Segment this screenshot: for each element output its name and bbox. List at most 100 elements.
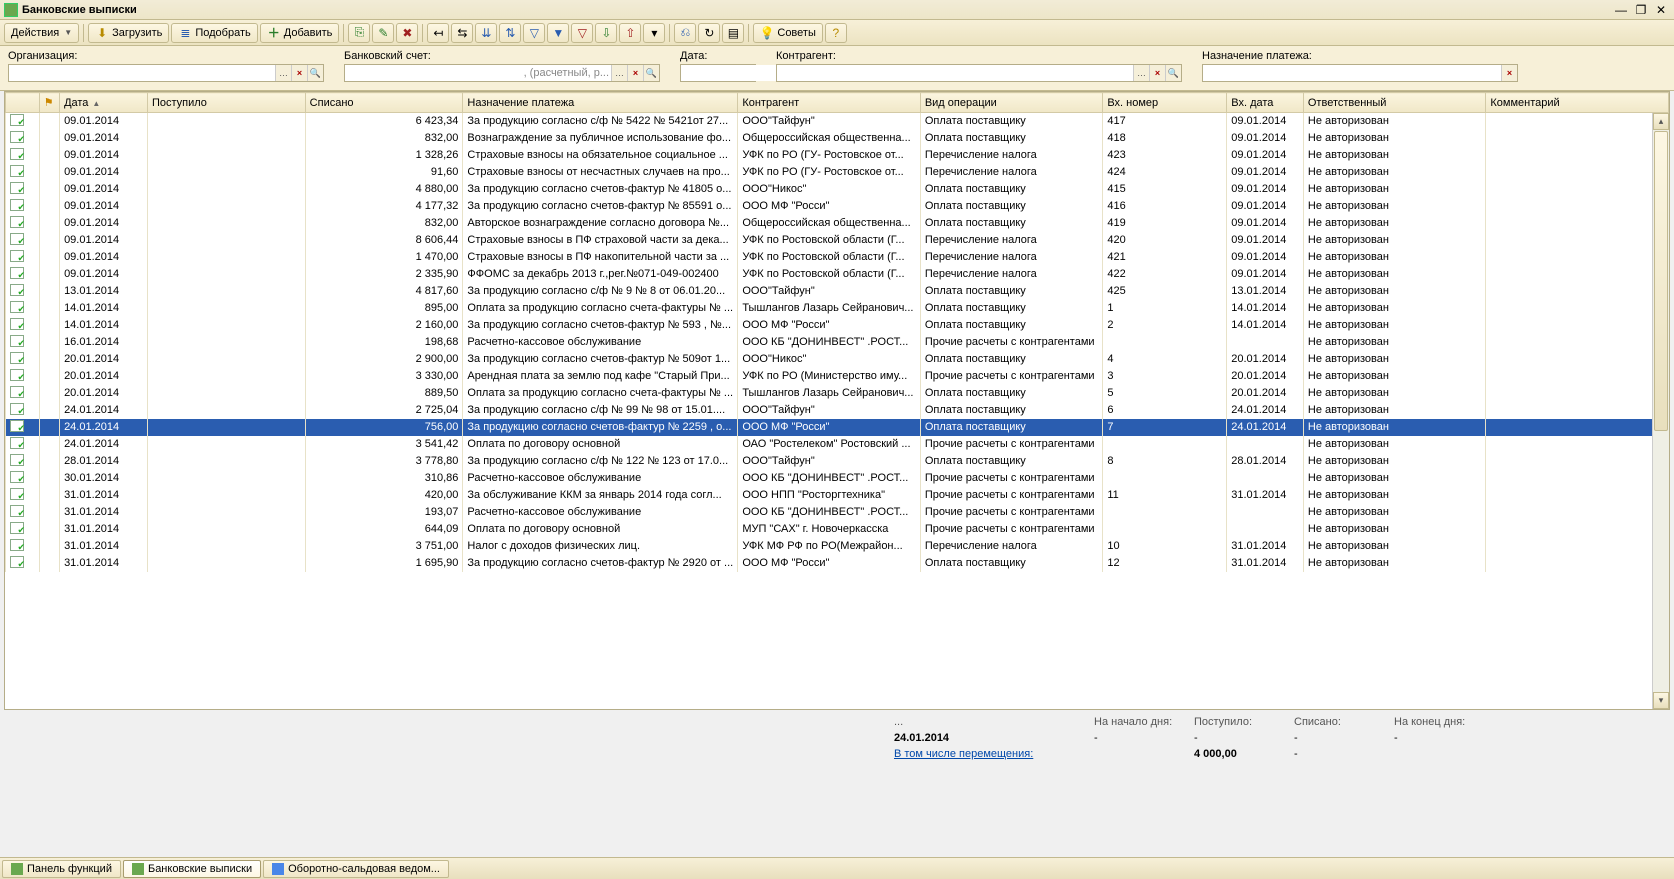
vertical-scrollbar[interactable]: ▴ ▾ — [1652, 113, 1669, 709]
col-marker[interactable]: ⚑ — [39, 93, 59, 113]
summary-transfers-link[interactable]: В том числе перемещения: — [894, 748, 1094, 760]
dropdown-button[interactable]: ▾ — [643, 23, 665, 43]
cell-marker — [39, 215, 59, 232]
table-row[interactable]: 09.01.201491,60Страховые взносы от несча… — [6, 164, 1669, 181]
task-osv[interactable]: Оборотно-сальдовая ведом... — [263, 860, 449, 878]
table-row[interactable]: 14.01.20142 160,00За продукцию согласно … — [6, 317, 1669, 334]
bank-open[interactable]: 🔍 — [643, 65, 659, 81]
contr-select[interactable]: … — [1133, 65, 1149, 81]
first-button[interactable]: ↤ — [427, 23, 449, 43]
posted-icon — [10, 148, 24, 160]
close-button[interactable]: ✕ — [1652, 3, 1670, 17]
copy-button[interactable]: ⎘ — [348, 23, 370, 43]
cell-out: 2 900,00 — [305, 351, 463, 368]
list-icon: ≣ — [178, 26, 192, 40]
summary-in-lbl: Поступило: — [1194, 716, 1294, 728]
purpose-clear[interactable]: × — [1501, 65, 1517, 81]
table-row[interactable]: 13.01.20144 817,60За продукцию согласно … — [6, 283, 1669, 300]
cell-icon — [6, 232, 40, 249]
filter-button[interactable]: ▽ — [523, 23, 545, 43]
load-button[interactable]: ⬇Загрузить — [88, 23, 169, 43]
restore-button[interactable]: ❐ — [1632, 3, 1650, 17]
bank-input[interactable] — [345, 65, 524, 81]
table-row[interactable]: 09.01.20144 177,32За продукцию согласно … — [6, 198, 1669, 215]
table-row[interactable]: 20.01.2014889,50Оплата за продукцию согл… — [6, 385, 1669, 402]
table-row[interactable]: 31.01.20143 751,00Налог с доходов физиче… — [6, 538, 1669, 555]
col-date[interactable]: Дата▲ — [60, 93, 148, 113]
post-button[interactable]: ⇩ — [595, 23, 617, 43]
tips-button[interactable]: 💡Советы — [753, 23, 822, 43]
purpose-field[interactable]: × — [1202, 64, 1518, 82]
table-row[interactable]: 09.01.20142 335,90ФФОМС за декабрь 2013 … — [6, 266, 1669, 283]
contr-clear[interactable]: × — [1149, 65, 1165, 81]
col-inum[interactable]: Вх. номер — [1103, 93, 1227, 113]
delete-button[interactable]: ✖ — [396, 23, 418, 43]
table-row[interactable]: 20.01.20142 900,00За продукцию согласно … — [6, 351, 1669, 368]
org-input[interactable] — [9, 65, 275, 81]
task-panel[interactable]: Панель функций — [2, 860, 121, 878]
purpose-input[interactable] — [1203, 65, 1501, 81]
col-resp[interactable]: Ответственный — [1303, 93, 1486, 113]
table-row[interactable]: 30.01.2014310,86Расчетно-кассовое обслуж… — [6, 470, 1669, 487]
org-open[interactable]: 🔍 — [307, 65, 323, 81]
sort-button[interactable]: ⇅ — [499, 23, 521, 43]
filter2-button[interactable]: ▼ — [547, 23, 569, 43]
table-row[interactable]: 20.01.20143 330,00Арендная плата за земл… — [6, 368, 1669, 385]
org-clear[interactable]: × — [291, 65, 307, 81]
edit-button[interactable]: ✎ — [372, 23, 394, 43]
unpost-button[interactable]: ⇧ — [619, 23, 641, 43]
col-in[interactable]: Поступило — [147, 93, 305, 113]
contr-field[interactable]: … × 🔍 — [776, 64, 1182, 82]
table-row[interactable]: 09.01.2014832,00Вознаграждение за публич… — [6, 130, 1669, 147]
table-row[interactable]: 24.01.2014756,00За продукцию согласно сч… — [6, 419, 1669, 436]
col-out[interactable]: Списано — [305, 93, 463, 113]
refresh-button[interactable]: ⇆ — [451, 23, 473, 43]
cell-comment — [1486, 538, 1669, 555]
contr-open[interactable]: 🔍 — [1165, 65, 1181, 81]
col-purpose[interactable]: Назначение платежа — [463, 93, 738, 113]
print-button[interactable]: ▤ — [722, 23, 744, 43]
scroll-down[interactable]: ▾ — [1653, 692, 1669, 709]
basedon-button[interactable]: ⎌ — [674, 23, 696, 43]
col-idate[interactable]: Вх. дата — [1227, 93, 1304, 113]
table-row[interactable]: 31.01.20141 695,90За продукцию согласно … — [6, 555, 1669, 572]
table-row[interactable]: 24.01.20143 541,42Оплата по договору осн… — [6, 436, 1669, 453]
pick-button[interactable]: ≣Подобрать — [171, 23, 257, 43]
table-row[interactable]: 09.01.20141 470,00Страховые взносы в ПФ … — [6, 249, 1669, 266]
table-row[interactable]: 31.01.2014644,09Оплата по договору основ… — [6, 521, 1669, 538]
scroll-thumb[interactable] — [1654, 131, 1668, 431]
org-field[interactable]: … × 🔍 — [8, 64, 324, 82]
task-bank[interactable]: Банковские выписки — [123, 860, 261, 878]
cell-inum — [1103, 470, 1227, 487]
col-op[interactable]: Вид операции — [920, 93, 1103, 113]
bank-select[interactable]: … — [611, 65, 627, 81]
table-row[interactable]: 31.01.2014193,07Расчетно-кассовое обслуж… — [6, 504, 1669, 521]
help-button[interactable]: ? — [825, 23, 847, 43]
table-row[interactable]: 31.01.2014420,00За обслуживание ККМ за я… — [6, 487, 1669, 504]
table-row[interactable]: 24.01.20142 725,04За продукцию согласно … — [6, 402, 1669, 419]
movedown-button[interactable]: ⇊ — [475, 23, 497, 43]
clearfilter-button[interactable]: ▽ — [571, 23, 593, 43]
table-row[interactable]: 09.01.2014832,00Авторское вознаграждение… — [6, 215, 1669, 232]
date-field[interactable]: ▦ — [680, 64, 756, 82]
table-row[interactable]: 28.01.20143 778,80За продукцию согласно … — [6, 453, 1669, 470]
scroll-up[interactable]: ▴ — [1653, 113, 1669, 130]
table-row[interactable]: 09.01.20144 880,00За продукцию согласно … — [6, 181, 1669, 198]
minimize-button[interactable]: — — [1612, 3, 1630, 17]
cell-op: Оплата поставщику — [920, 181, 1103, 198]
add-button[interactable]: ＋Добавить — [260, 23, 340, 43]
refresh2-button[interactable]: ↻ — [698, 23, 720, 43]
bank-clear[interactable]: × — [627, 65, 643, 81]
col-rowicon[interactable] — [6, 93, 40, 113]
col-comment[interactable]: Комментарий — [1486, 93, 1669, 113]
org-select[interactable]: … — [275, 65, 291, 81]
contr-input[interactable] — [777, 65, 1133, 81]
table-row[interactable]: 14.01.2014895,00Оплата за продукцию согл… — [6, 300, 1669, 317]
bank-field[interactable]: , (расчетный, р... … × 🔍 — [344, 64, 660, 82]
table-row[interactable]: 09.01.20141 328,26Страховые взносы на об… — [6, 147, 1669, 164]
table-row[interactable]: 09.01.20148 606,44Страховые взносы в ПФ … — [6, 232, 1669, 249]
table-row[interactable]: 16.01.2014198,68Расчетно-кассовое обслуж… — [6, 334, 1669, 351]
col-contr[interactable]: Контрагент — [738, 93, 921, 113]
table-row[interactable]: 09.01.20146 423,34За продукцию согласно … — [6, 113, 1669, 130]
actions-button[interactable]: Действия▼ — [4, 23, 79, 43]
